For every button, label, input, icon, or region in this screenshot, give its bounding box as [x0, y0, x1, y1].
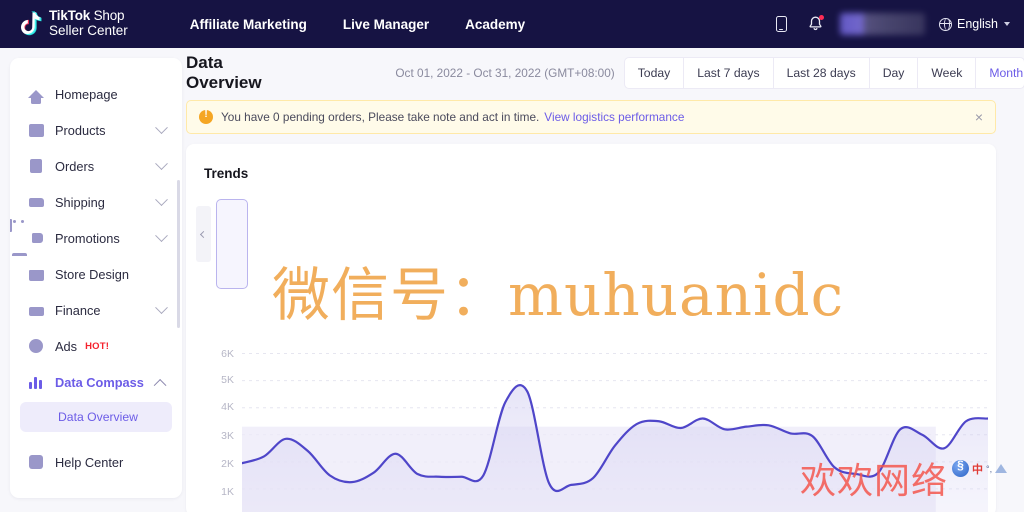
tab-last-28-days[interactable]: Last 28 days [774, 58, 870, 88]
brand-line2: Seller Center [49, 23, 128, 38]
y-tick-label: 6K [221, 348, 234, 360]
notification-dot [818, 15, 824, 20]
products-icon [28, 122, 44, 138]
bar-chart-icon [28, 374, 44, 390]
nav-item-affiliate-marketing[interactable]: Affiliate Marketing [190, 17, 307, 32]
date-range-label: Oct 01, 2022 - Oct 31, 2022 (GMT+08:00) [395, 66, 615, 80]
y-tick-label: 1K [221, 486, 234, 498]
y-tick-label: 2K [221, 458, 234, 470]
main-nav: Affiliate Marketing Live Manager Academy [190, 17, 525, 32]
sidebar-item-store-design[interactable]: Store Design [12, 256, 180, 292]
sidebar-item-label: Data Compass [55, 374, 144, 390]
megaphone-icon [28, 230, 44, 246]
sidebar-item-finance[interactable]: Finance [12, 292, 180, 328]
brand-bold: TikTok [49, 8, 91, 24]
sidebar-item-ads[interactable]: Ads HOT! [12, 328, 180, 364]
chevron-down-icon [155, 192, 168, 206]
chart-y-axis: 6K 5K 4K 3K 2K 1K [204, 340, 234, 512]
chevron-down-icon [155, 120, 168, 134]
sidebar-scrollbar[interactable] [177, 180, 180, 328]
help-icon [28, 454, 44, 470]
tab-last-7-days[interactable]: Last 7 days [684, 58, 774, 88]
finance-card-icon [28, 302, 44, 318]
trends-panel: Trends 6K 5K 4K 3K 2K 1K [186, 144, 996, 512]
chevron-down-icon [1004, 22, 1010, 26]
sidebar-item-label: Shipping [55, 194, 105, 210]
chevron-left-icon[interactable] [196, 206, 211, 262]
close-icon[interactable]: × [975, 110, 983, 124]
brand-thin: Shop [90, 8, 125, 24]
y-tick-label: 3K [221, 430, 234, 442]
panel-title: Trends [204, 166, 249, 181]
header-right-tools: English [764, 0, 1024, 48]
y-tick-label: 5K [221, 374, 234, 386]
page-header: Data Overview Oct 01, 2022 - Oct 31, 202… [186, 48, 1024, 98]
main-content: Data Overview Oct 01, 2022 - Oct 31, 202… [186, 48, 1024, 512]
orders-icon [28, 158, 44, 174]
sidebar-item-label: Store Design [55, 266, 129, 282]
chart-plot-area [242, 340, 988, 512]
chevron-down-icon [155, 156, 168, 170]
mobile-phone-icon[interactable] [764, 0, 798, 48]
sidebar-item-products[interactable]: Products [12, 112, 180, 148]
sidebar-item-label: Homepage [55, 86, 118, 102]
chevron-down-icon [155, 300, 168, 314]
sidebar: Homepage Products Orders Shipping Promot… [10, 58, 182, 498]
globe-icon [939, 17, 952, 31]
hot-badge: HOT! [85, 340, 110, 352]
brand-logo-text: TikTok Shop Seller Center [49, 9, 128, 38]
language-label: English [957, 17, 998, 31]
store-icon [28, 266, 44, 282]
sidebar-item-promotions[interactable]: Promotions [12, 220, 180, 256]
sidebar-subitem-label: Data Overview [58, 410, 138, 424]
sidebar-item-label: Products [55, 122, 106, 138]
banner-text: You have 0 pending orders, Please take n… [221, 110, 540, 124]
brand-logo[interactable]: TikTok Shop Seller Center [16, 9, 128, 38]
tiktok-note-icon [16, 10, 42, 38]
user-account-avatar[interactable] [840, 13, 925, 35]
sidebar-item-help-center[interactable]: Help Center [12, 444, 180, 480]
chevron-down-icon [155, 228, 168, 242]
date-range-tabs: Today Last 7 days Last 28 days Day Week … [624, 58, 1024, 88]
sidebar-item-label: Ads [55, 338, 78, 354]
language-selector[interactable]: English [939, 17, 1010, 31]
nav-item-live-manager[interactable]: Live Manager [343, 17, 429, 32]
tab-day[interactable]: Day [870, 58, 919, 88]
sidebar-item-label: Help Center [55, 454, 124, 470]
top-header: TikTok Shop Seller Center Affiliate Mark… [0, 0, 1024, 48]
sidebar-item-data-overview[interactable]: Data Overview [20, 402, 172, 432]
pending-orders-banner: You have 0 pending orders, Please take n… [186, 100, 996, 134]
tab-month[interactable]: Month [976, 58, 1024, 88]
sidebar-item-shipping[interactable]: Shipping [12, 184, 180, 220]
sidebar-item-label: Orders [55, 158, 95, 174]
bell-icon[interactable] [798, 0, 832, 48]
y-tick-label: 4K [221, 401, 234, 413]
sidebar-item-label: Finance [55, 302, 101, 318]
nav-item-academy[interactable]: Academy [465, 17, 525, 32]
app-root: TikTok Shop Seller Center Affiliate Mark… [0, 0, 1024, 512]
warning-icon [199, 109, 213, 124]
chart-svg [242, 353, 988, 512]
chevron-up-icon [153, 378, 167, 392]
tab-week[interactable]: Week [918, 58, 977, 88]
tab-today[interactable]: Today [625, 58, 685, 88]
page-title: Data Overview [186, 53, 262, 92]
view-logistics-performance-link[interactable]: View logistics performance [544, 110, 684, 124]
sidebar-item-label: Promotions [55, 230, 120, 246]
shipping-truck-icon [28, 194, 44, 210]
ads-icon [28, 338, 44, 354]
sidebar-item-data-compass[interactable]: Data Compass [12, 364, 180, 400]
metric-card-selected[interactable] [216, 199, 248, 289]
home-icon [28, 86, 44, 104]
sidebar-item-homepage[interactable]: Homepage [12, 76, 180, 112]
trends-chart: 6K 5K 4K 3K 2K 1K [186, 340, 996, 512]
sidebar-item-orders[interactable]: Orders [12, 148, 180, 184]
